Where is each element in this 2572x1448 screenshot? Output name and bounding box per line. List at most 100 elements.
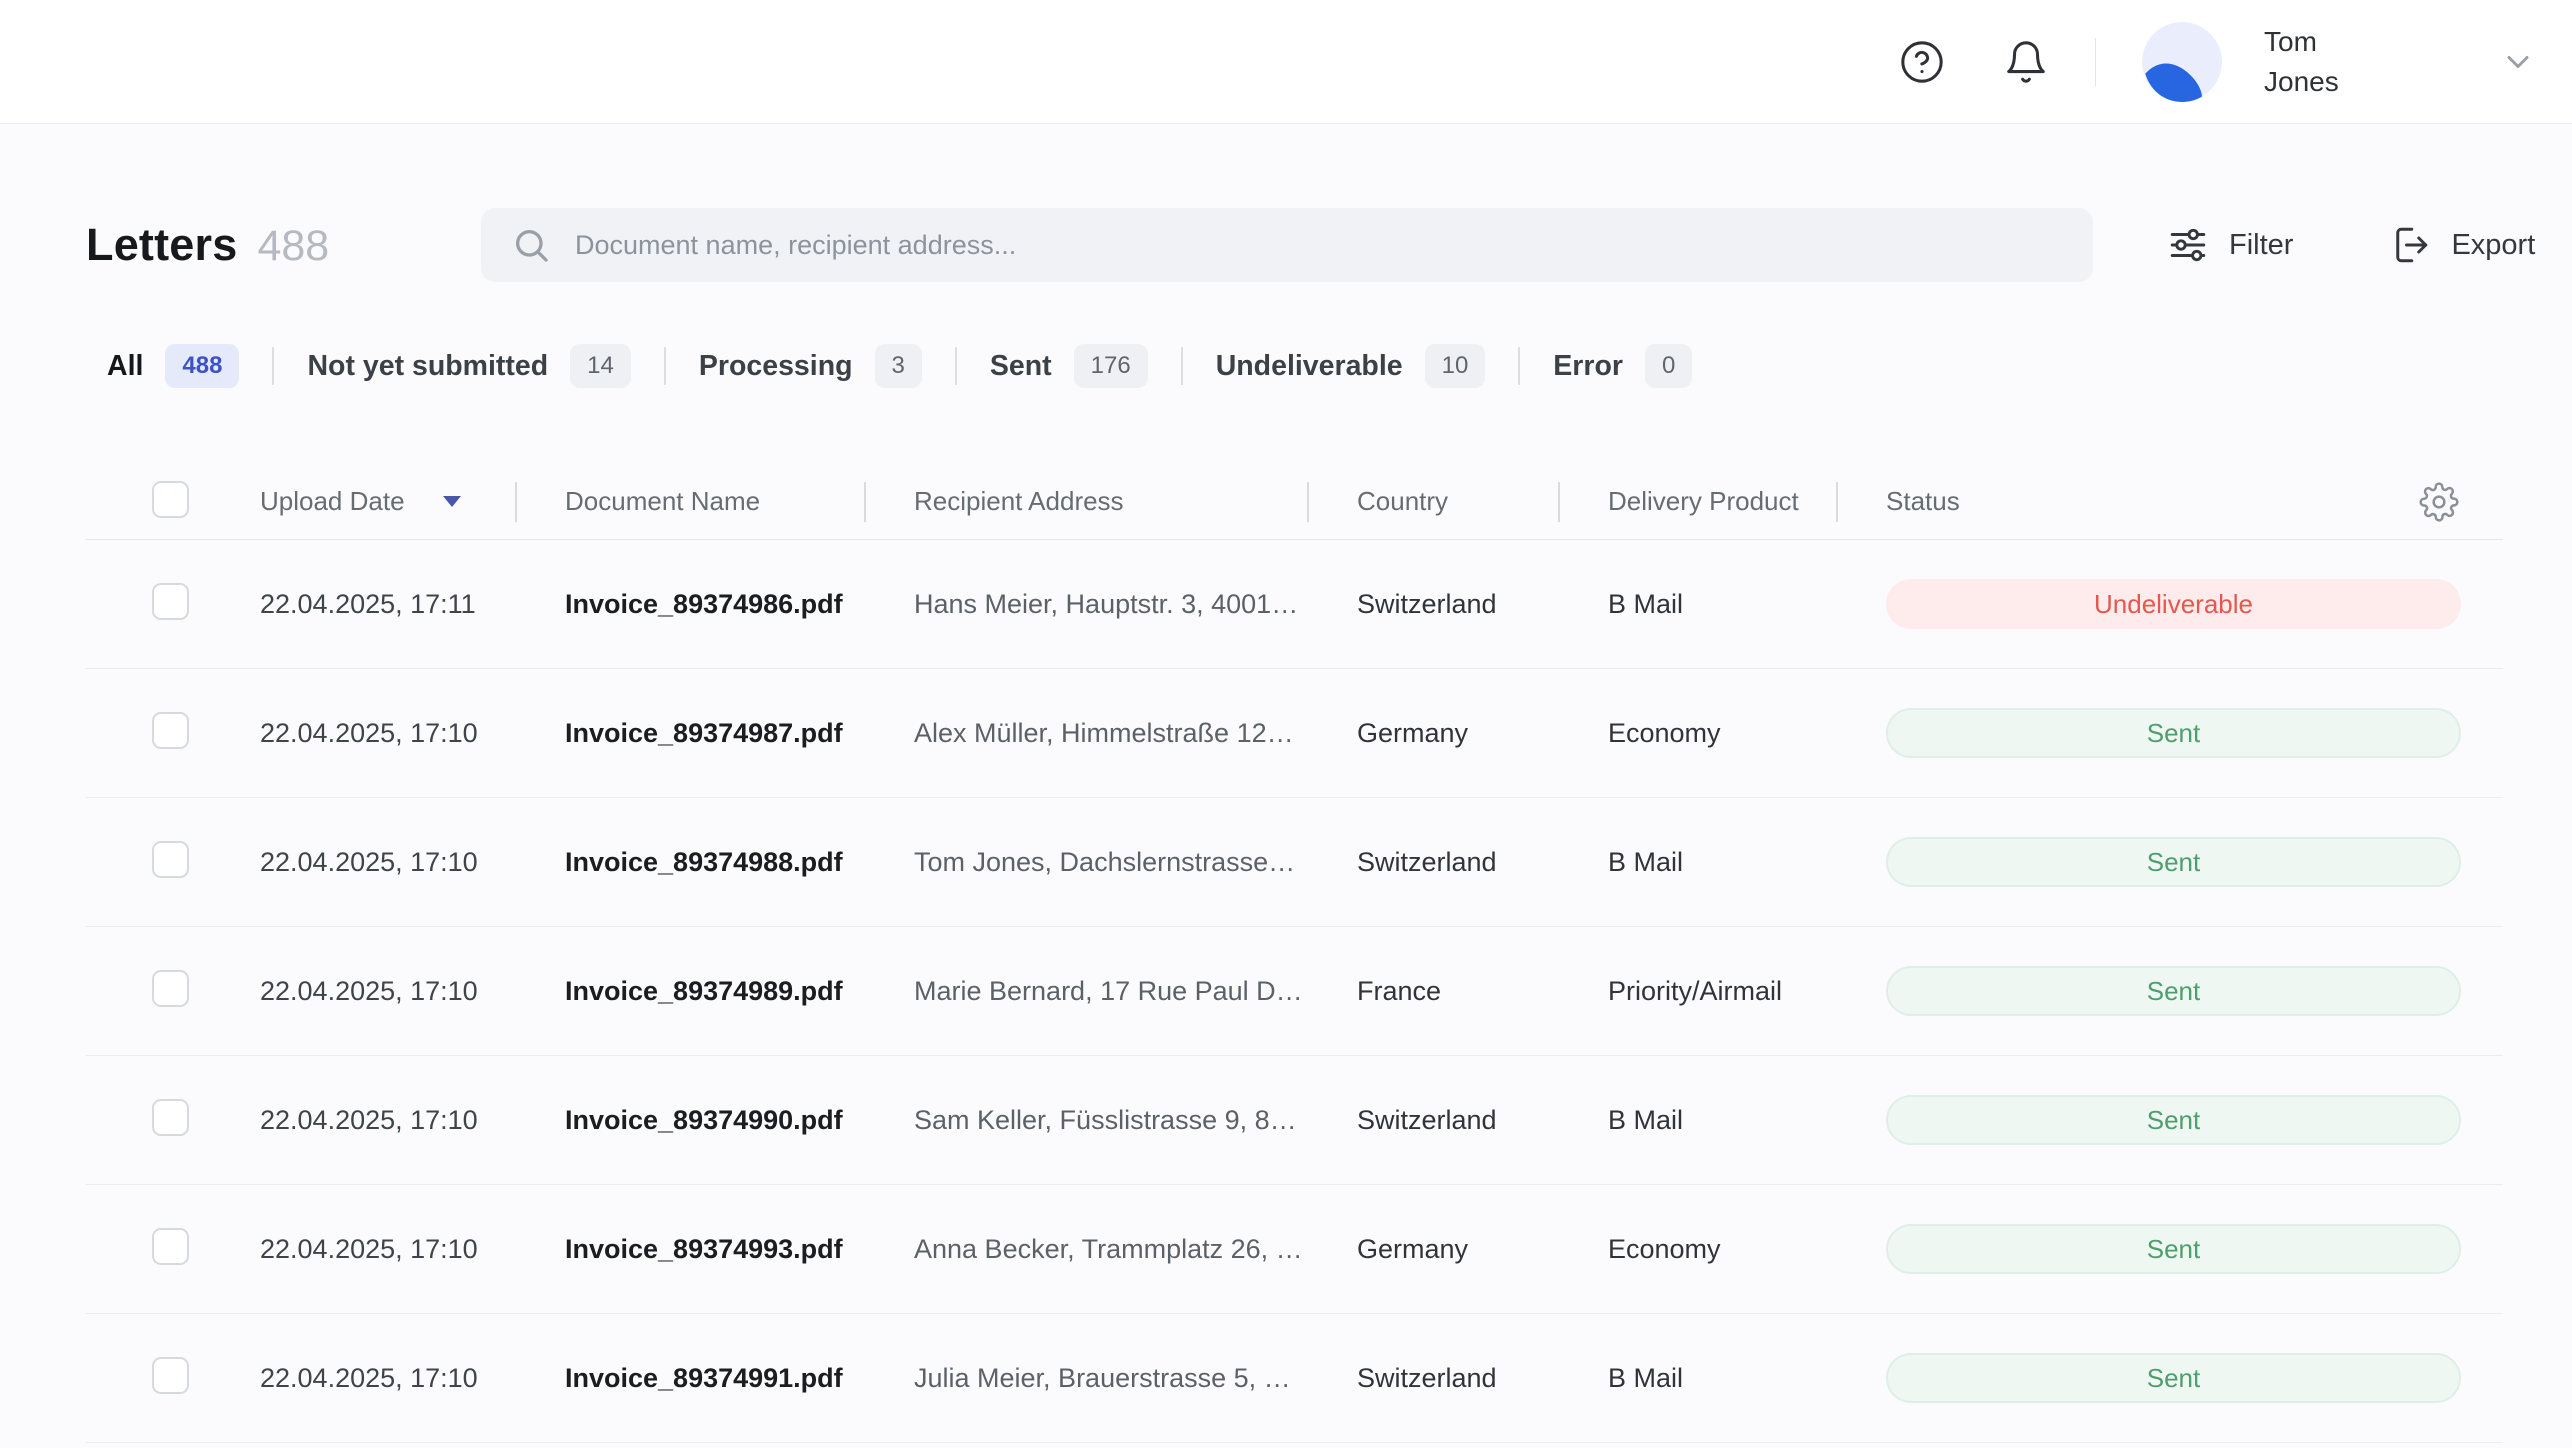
table-row[interactable]: 22.04.2025, 17:10 Invoice_89374989.pdf M… xyxy=(86,927,2503,1056)
tab-count-badge: 488 xyxy=(165,344,239,388)
cell-country: Switzerland xyxy=(1309,847,1560,878)
cell-recipient-address: Julia Meier, Brauerstrasse 5, … xyxy=(866,1363,1309,1394)
status-badge: Sent xyxy=(1886,837,2461,887)
cell-country: Switzerland xyxy=(1309,589,1560,620)
cell-document-name: Invoice_89374990.pdf xyxy=(517,1105,866,1136)
table-row[interactable]: 22.04.2025, 17:10 Invoice_89374988.pdf T… xyxy=(86,798,2503,927)
search-icon xyxy=(511,225,551,265)
cell-delivery-product: Priority/Airmail xyxy=(1560,976,1838,1007)
column-header-recipient-address[interactable]: Recipient Address xyxy=(866,464,1309,539)
column-header-document-name[interactable]: Document Name xyxy=(517,464,866,539)
export-label: Export xyxy=(2451,229,2535,262)
cell-delivery-product: B Mail xyxy=(1560,1105,1838,1136)
filter-label: Filter xyxy=(2229,229,2293,262)
cell-document-name: Invoice_89374993.pdf xyxy=(517,1234,866,1265)
export-icon xyxy=(2389,224,2431,266)
tab-all[interactable]: All 488 xyxy=(107,344,239,388)
cell-delivery-product: Economy xyxy=(1560,1234,1838,1265)
tab-processing[interactable]: Processing 3 xyxy=(699,344,922,388)
status-badge: Sent xyxy=(1886,1095,2461,1145)
tab-count-badge: 14 xyxy=(570,344,631,388)
cell-country: Switzerland xyxy=(1309,1105,1560,1136)
filter-icon xyxy=(2167,224,2209,266)
export-button[interactable]: Export xyxy=(2389,224,2535,266)
status-badge: Sent xyxy=(1886,708,2461,758)
letters-table: Upload Date Document Name Recipient Addr… xyxy=(86,464,2503,1443)
help-icon xyxy=(1899,39,1945,85)
tab-count-badge: 0 xyxy=(1645,344,1692,388)
table-row[interactable]: 22.04.2025, 17:10 Invoice_89374990.pdf S… xyxy=(86,1056,2503,1185)
cell-country: Germany xyxy=(1309,1234,1560,1265)
cell-recipient-address: Marie Bernard, 17 Rue Paul D… xyxy=(866,976,1309,1007)
main-content: Letters 488 Filter Export xyxy=(0,208,2572,1443)
cell-upload-date: 22.04.2025, 17:10 xyxy=(260,1234,517,1265)
tab-undeliverable[interactable]: Undeliverable 10 xyxy=(1216,344,1486,388)
cell-country: France xyxy=(1309,976,1560,1007)
tab-sent[interactable]: Sent 176 xyxy=(990,344,1148,388)
cell-delivery-product: B Mail xyxy=(1560,589,1838,620)
tab-divider xyxy=(955,347,957,385)
tab-count-badge: 176 xyxy=(1074,344,1148,388)
cell-country: Switzerland xyxy=(1309,1363,1560,1394)
tab-divider xyxy=(1181,347,1183,385)
cell-document-name: Invoice_89374991.pdf xyxy=(517,1363,866,1394)
table-row[interactable]: 22.04.2025, 17:11 Invoice_89374986.pdf H… xyxy=(86,540,2503,669)
user-menu[interactable]: Tom Jones xyxy=(2142,22,2536,102)
sort-desc-icon xyxy=(443,496,461,507)
row-checkbox[interactable] xyxy=(152,1357,189,1394)
table-header-row: Upload Date Document Name Recipient Addr… xyxy=(86,464,2503,540)
row-checkbox[interactable] xyxy=(152,1099,189,1136)
search-bar xyxy=(481,208,2093,282)
row-checkbox[interactable] xyxy=(152,583,189,620)
table-row[interactable]: 22.04.2025, 17:10 Invoice_89374993.pdf A… xyxy=(86,1185,2503,1314)
cell-recipient-address: Hans Meier, Hauptstr. 3, 4001… xyxy=(866,589,1309,620)
column-header-delivery-product[interactable]: Delivery Product xyxy=(1560,464,1838,539)
status-badge: Undeliverable xyxy=(1886,579,2461,629)
gear-icon xyxy=(2419,482,2459,522)
topbar: Tom Jones xyxy=(0,0,2572,124)
page-title: Letters 488 xyxy=(86,219,481,271)
table-settings-button[interactable] xyxy=(2419,482,2459,522)
chevron-down-icon xyxy=(2500,44,2536,80)
cell-recipient-address: Tom Jones, Dachslernstrasse… xyxy=(866,847,1309,878)
table-row[interactable]: 22.04.2025, 17:10 Invoice_89374991.pdf J… xyxy=(86,1314,2503,1443)
cell-upload-date: 22.04.2025, 17:10 xyxy=(260,976,517,1007)
row-checkbox[interactable] xyxy=(152,712,189,749)
cell-document-name: Invoice_89374986.pdf xyxy=(517,589,866,620)
page-title-text: Letters xyxy=(86,219,237,271)
cell-upload-date: 22.04.2025, 17:11 xyxy=(260,589,517,620)
cell-country: Germany xyxy=(1309,718,1560,749)
user-name: Tom Jones xyxy=(2264,22,2382,102)
column-header-country[interactable]: Country xyxy=(1309,464,1560,539)
page-header: Letters 488 Filter Export xyxy=(86,208,2503,282)
avatar xyxy=(2142,22,2222,102)
row-checkbox[interactable] xyxy=(152,1228,189,1265)
notifications-button[interactable] xyxy=(2003,39,2049,85)
tab-error[interactable]: Error 0 xyxy=(1553,344,1692,388)
row-checkbox[interactable] xyxy=(152,841,189,878)
help-button[interactable] xyxy=(1899,39,1945,85)
cell-recipient-address: Alex Müller, Himmelstraße 12… xyxy=(866,718,1309,749)
status-badge: Sent xyxy=(1886,1353,2461,1403)
row-checkbox[interactable] xyxy=(152,970,189,1007)
tab-not-yet-submitted[interactable]: Not yet submitted 14 xyxy=(307,344,630,388)
status-badge: Sent xyxy=(1886,1224,2461,1274)
table-row[interactable]: 22.04.2025, 17:10 Invoice_89374987.pdf A… xyxy=(86,669,2503,798)
cell-recipient-address: Anna Becker, Trammplatz 26, … xyxy=(866,1234,1309,1265)
filter-button[interactable]: Filter xyxy=(2167,224,2293,266)
cell-document-name: Invoice_89374988.pdf xyxy=(517,847,866,878)
tab-count-badge: 10 xyxy=(1425,344,1486,388)
column-header-status[interactable]: Status xyxy=(1838,464,2503,539)
cell-upload-date: 22.04.2025, 17:10 xyxy=(260,1363,517,1394)
select-all-checkbox[interactable] xyxy=(152,481,189,518)
cell-delivery-product: Economy xyxy=(1560,718,1838,749)
cell-recipient-address: Sam Keller, Füsslistrasse 9, 8… xyxy=(866,1105,1309,1136)
total-count: 488 xyxy=(257,222,329,271)
tab-count-badge: 3 xyxy=(875,344,922,388)
cell-upload-date: 22.04.2025, 17:10 xyxy=(260,847,517,878)
cell-document-name: Invoice_89374987.pdf xyxy=(517,718,866,749)
column-header-upload-date[interactable]: Upload Date xyxy=(260,464,517,539)
cell-delivery-product: B Mail xyxy=(1560,847,1838,878)
search-input[interactable] xyxy=(575,230,2063,261)
bell-icon xyxy=(2003,39,2049,85)
